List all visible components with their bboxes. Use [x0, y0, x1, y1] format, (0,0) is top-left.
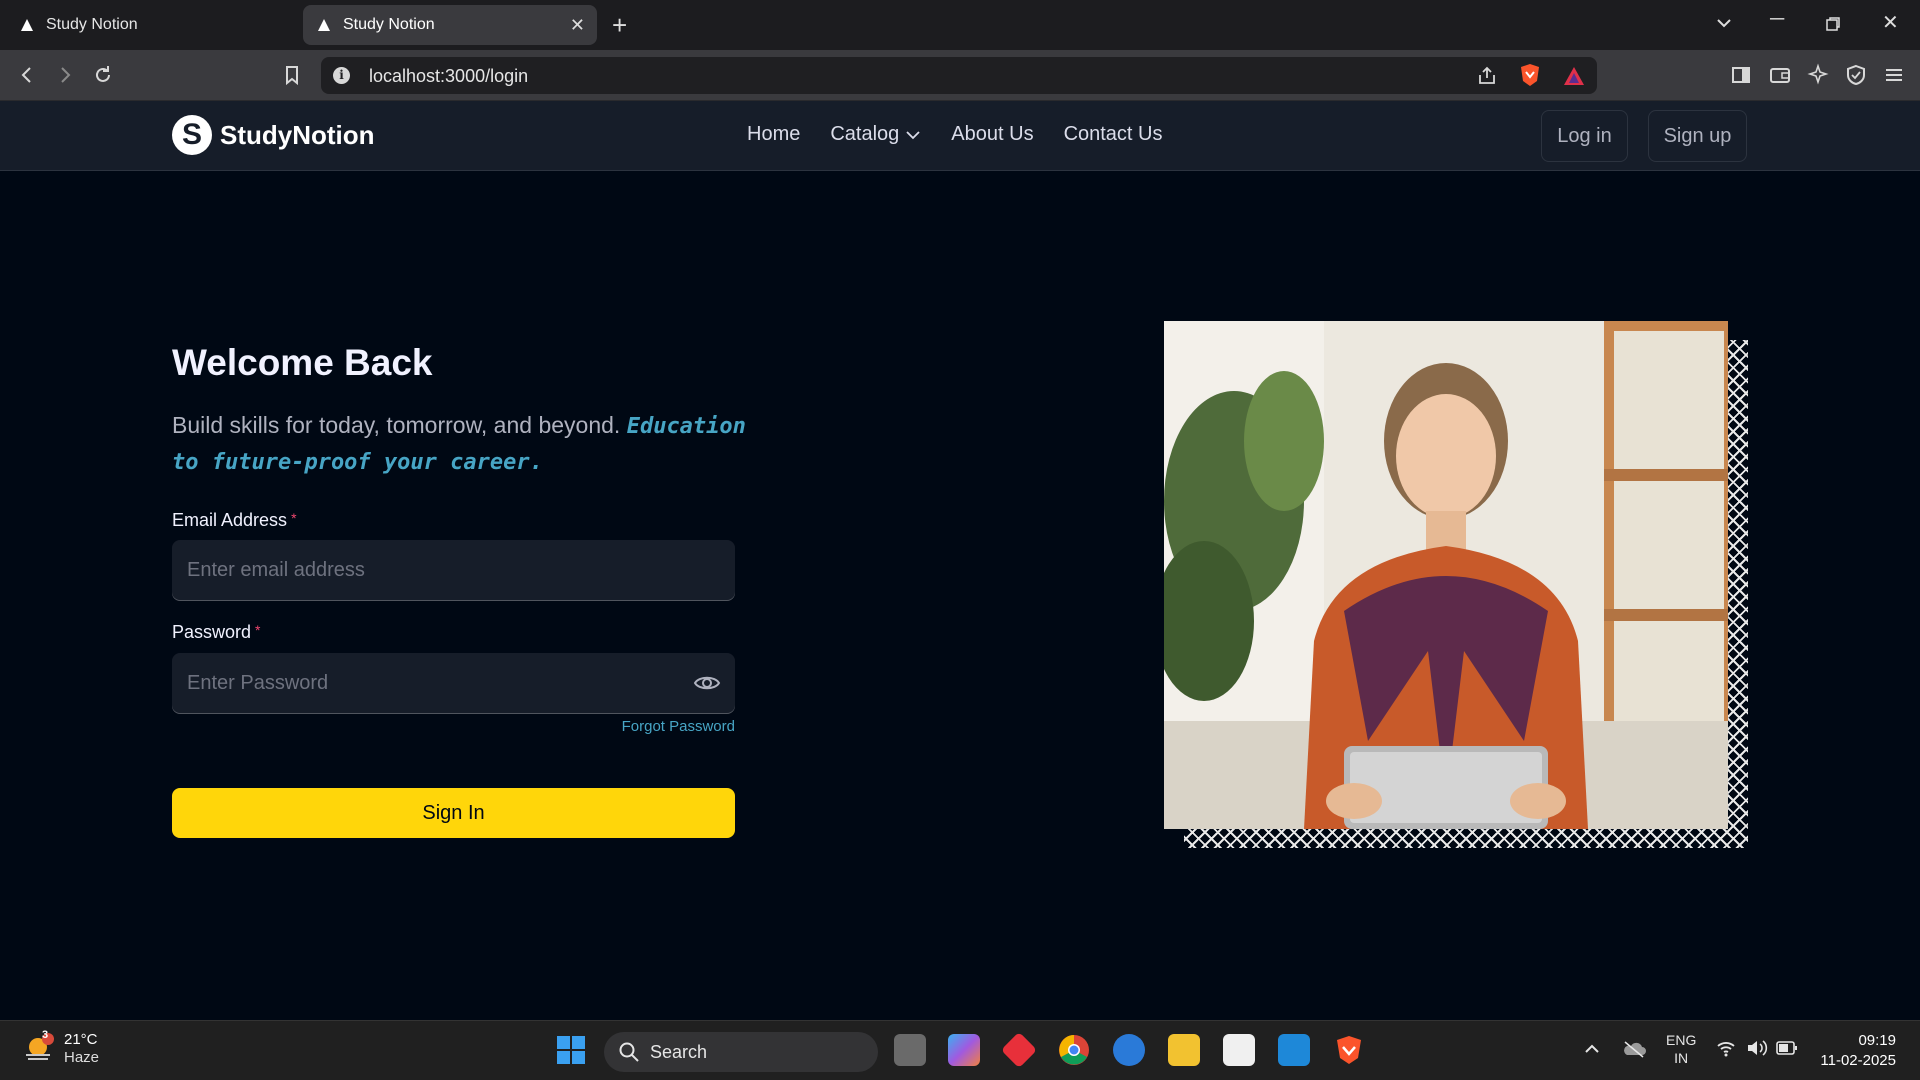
- file-explorer-icon[interactable]: [1168, 1034, 1200, 1066]
- nav-link-about[interactable]: About Us: [951, 123, 1033, 146]
- password-placeholder: Enter Password: [187, 672, 329, 694]
- password-label: Password *: [172, 622, 260, 643]
- system-clock[interactable]: 09:19 11-02-2025: [1820, 1031, 1896, 1071]
- menu-icon[interactable]: [1881, 62, 1907, 88]
- weather-widget[interactable]: 3 21°C Haze: [22, 1029, 100, 1067]
- brand-logo[interactable]: S StudyNotion: [172, 115, 375, 155]
- login-button[interactable]: Log in: [1541, 110, 1628, 162]
- taskbar-search[interactable]: Search: [604, 1032, 878, 1072]
- password-label-text: Password: [172, 622, 252, 642]
- weather-haze-icon: [26, 1033, 54, 1060]
- lang-top: ENG: [1666, 1032, 1697, 1048]
- clock-date: 11-02-2025: [1820, 1052, 1896, 1069]
- close-window-icon[interactable]: ✕: [1882, 10, 1899, 35]
- close-tab-icon[interactable]: ✕: [570, 15, 585, 36]
- clock-time: 09:19: [1858, 1032, 1896, 1049]
- eye-icon[interactable]: [693, 671, 721, 695]
- signup-button[interactable]: Sign up: [1648, 110, 1747, 162]
- url-text[interactable]: localhost:3000/login: [369, 66, 528, 87]
- weather-condition: Haze: [64, 1049, 100, 1066]
- wifi-icon[interactable]: [1716, 1039, 1736, 1057]
- page-subtitle: Build skills for today, tomorrow, and be…: [172, 408, 752, 480]
- volume-icon[interactable]: [1746, 1039, 1768, 1057]
- student-photo-illustration: [1164, 321, 1728, 829]
- language-indicator[interactable]: ENG IN: [1666, 1031, 1696, 1067]
- nav-link-home[interactable]: Home: [747, 123, 800, 146]
- email-label: Email Address *: [172, 510, 297, 531]
- brave-rewards-icon[interactable]: [1562, 65, 1586, 87]
- new-tab-icon[interactable]: +: [612, 10, 627, 41]
- task-view-icon[interactable]: [894, 1034, 926, 1066]
- required-mark: *: [291, 510, 297, 526]
- vpn-shield-icon[interactable]: [1843, 62, 1869, 88]
- tab-title: Study Notion: [46, 16, 138, 33]
- weather-badge: 3: [42, 1029, 49, 1041]
- os-taskbar: 3 21°C Haze Search ENG IN 09:19 11-02-20…: [0, 1020, 1920, 1080]
- browser-tab-bar: Study Notion Study Notion ✕ + ─ ✕: [0, 0, 1920, 50]
- required-mark: *: [255, 622, 261, 638]
- site-favicon-icon: [21, 19, 33, 31]
- taskbar-search-label: Search: [650, 1041, 708, 1062]
- nav-links: Home Catalog About Us Contact Us: [747, 123, 1163, 146]
- help-icon[interactable]: [1113, 1034, 1145, 1066]
- email-placeholder: Enter email address: [187, 559, 365, 581]
- chevron-up-icon[interactable]: [1584, 1043, 1600, 1055]
- windows-start-icon[interactable]: [556, 1035, 586, 1065]
- lang-bottom: IN: [1674, 1050, 1689, 1066]
- browser-tab-active[interactable]: Study Notion ✕: [303, 5, 597, 45]
- brave-browser-icon[interactable]: [1333, 1034, 1365, 1066]
- vscode-icon[interactable]: [1278, 1034, 1310, 1066]
- brave-shields-icon[interactable]: [1519, 63, 1541, 87]
- brand-logo-icon: S: [172, 115, 212, 155]
- leo-ai-icon[interactable]: [1805, 62, 1831, 88]
- nav-link-contact[interactable]: Contact Us: [1064, 123, 1163, 146]
- site-favicon-icon: [318, 19, 330, 31]
- share-icon[interactable]: [1476, 65, 1498, 87]
- forgot-password-link[interactable]: Forgot Password: [600, 718, 735, 735]
- battery-icon[interactable]: [1776, 1041, 1798, 1055]
- site-info-icon[interactable]: i: [333, 67, 350, 84]
- ms-store-icon[interactable]: [1223, 1034, 1255, 1066]
- chevron-down-icon: [906, 130, 920, 139]
- chrome-icon[interactable]: [1058, 1034, 1090, 1066]
- reload-icon[interactable]: [90, 62, 116, 88]
- app-diamond-icon[interactable]: [1000, 1031, 1038, 1069]
- forward-icon[interactable]: [52, 62, 78, 88]
- back-icon[interactable]: [14, 62, 40, 88]
- search-icon: [619, 1042, 639, 1062]
- nav-link-catalog[interactable]: Catalog: [830, 123, 921, 146]
- browser-toolbar: i localhost:3000/login: [0, 50, 1920, 101]
- nav-link-catalog-label: Catalog: [830, 123, 900, 145]
- wallet-icon[interactable]: [1767, 62, 1793, 88]
- minimize-icon[interactable]: ─: [1770, 8, 1784, 31]
- email-field[interactable]: Enter email address: [172, 540, 735, 601]
- tab-search-chevron-icon[interactable]: [1716, 17, 1732, 29]
- subtitle-text: Build skills for today, tomorrow, and be…: [172, 412, 621, 438]
- bookmark-icon[interactable]: [279, 62, 305, 88]
- email-label-text: Email Address: [172, 510, 288, 530]
- weather-temp: 21°C: [64, 1031, 98, 1048]
- brand-name: StudyNotion: [220, 119, 375, 150]
- password-field[interactable]: Enter Password: [172, 653, 735, 714]
- site-navbar: S StudyNotion Home Catalog About Us Cont…: [0, 101, 1920, 171]
- restore-icon[interactable]: [1826, 17, 1840, 31]
- onedrive-icon[interactable]: [1622, 1039, 1646, 1059]
- tab-title: Study Notion: [343, 16, 435, 33]
- browser-tab[interactable]: Study Notion: [6, 5, 296, 45]
- page-title: Welcome Back: [172, 342, 433, 383]
- address-bar[interactable]: i localhost:3000/login: [321, 57, 1597, 94]
- sidebar-icon[interactable]: [1728, 62, 1754, 88]
- copilot-icon[interactable]: [948, 1034, 980, 1066]
- sign-in-button[interactable]: Sign In: [172, 788, 735, 838]
- login-image: [1164, 321, 1728, 829]
